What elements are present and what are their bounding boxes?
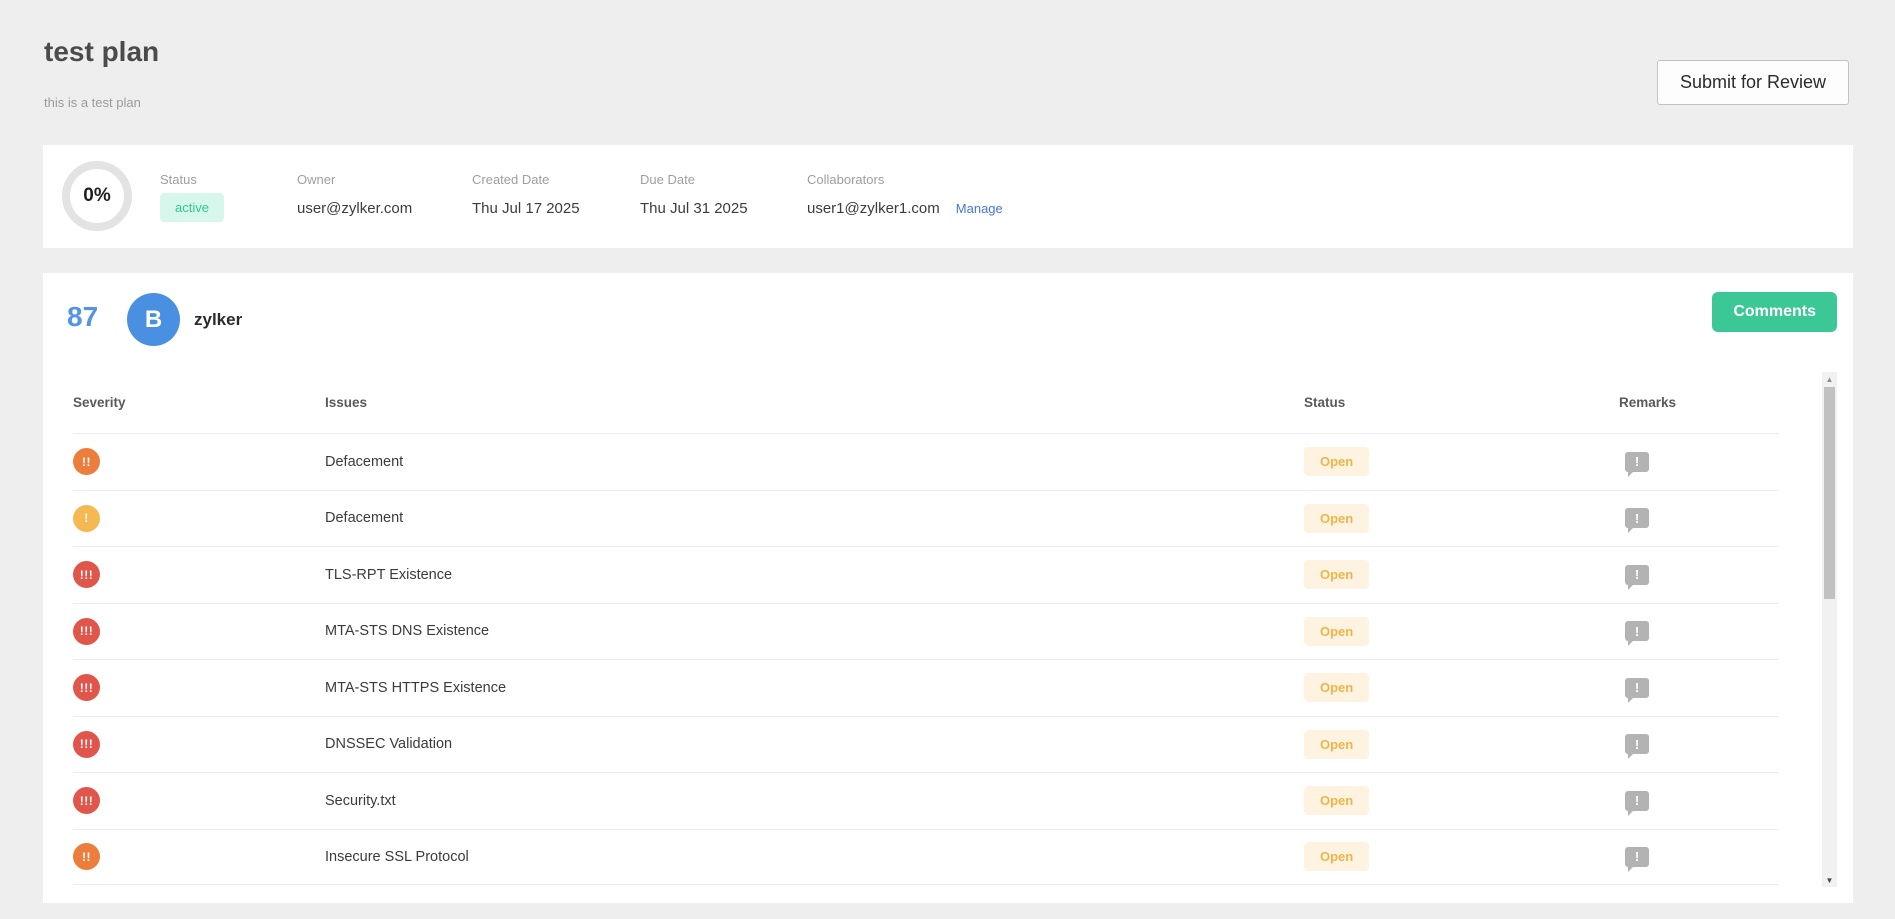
status-open-badge[interactable]: Open	[1304, 786, 1369, 815]
issue-name: DNSSEC Validation	[325, 736, 1304, 752]
scrollbar-thumb[interactable]	[1824, 387, 1835, 599]
progress-percent: 0%	[83, 185, 110, 207]
table-row[interactable]: ! Defacement Open !	[73, 490, 1779, 547]
table-row[interactable]: !!! MTA-STS DNS Existence Open !	[73, 603, 1779, 660]
due-date-value: Thu Jul 31 2025	[640, 200, 748, 217]
status-open-badge[interactable]: Open	[1304, 617, 1369, 646]
status-label: Status	[160, 172, 197, 187]
table-row[interactable]: !! Insecure SSL Protocol Open !	[73, 829, 1779, 886]
due-date-label: Due Date	[640, 172, 695, 187]
scrollbar-down-arrow-icon[interactable]: ▼	[1822, 873, 1837, 887]
table-row[interactable]: !!! Security.txt Open !	[73, 772, 1779, 829]
issue-name: Security.txt	[325, 793, 1304, 809]
status-open-badge[interactable]: Open	[1304, 842, 1369, 871]
collaborators-value: user1@zylker1.com	[807, 200, 940, 217]
group-avatar-letter: B	[145, 306, 162, 334]
scrollbar-up-arrow-icon[interactable]: ▲	[1822, 372, 1837, 386]
table-row[interactable]: !! Defacement Open !	[73, 433, 1779, 490]
status-open-badge[interactable]: Open	[1304, 673, 1369, 702]
issues-card: 87 B zylker Comments Severity Issues Sta…	[43, 273, 1853, 903]
table-row[interactable]: !!! DNSSEC Validation Open !	[73, 716, 1779, 773]
remark-icon[interactable]: !	[1625, 734, 1649, 754]
column-header-remarks: Remarks	[1619, 395, 1779, 410]
created-date-value: Thu Jul 17 2025	[472, 200, 580, 217]
issue-name: TLS-RPT Existence	[325, 567, 1304, 583]
issues-count: 87	[67, 301, 98, 333]
submit-for-review-button[interactable]: Submit for Review	[1657, 60, 1849, 105]
status-badge: active	[160, 193, 224, 222]
issue-name: MTA-STS DNS Existence	[325, 623, 1304, 639]
test-plan-page: test plan this is a test plan Submit for…	[0, 0, 1895, 919]
status-open-badge[interactable]: Open	[1304, 447, 1369, 476]
remark-icon[interactable]: !	[1625, 621, 1649, 641]
severity-icon: !!!	[73, 731, 100, 758]
collaborators-label: Collaborators	[807, 172, 884, 187]
status-open-badge[interactable]: Open	[1304, 730, 1369, 759]
issue-name: Defacement	[325, 510, 1304, 526]
manage-collaborators-link[interactable]: Manage	[956, 201, 1003, 216]
table-row[interactable]: !!! MTA-STS HTTPS Existence Open !	[73, 659, 1779, 716]
column-header-status: Status	[1304, 395, 1619, 410]
status-open-badge[interactable]: Open	[1304, 504, 1369, 533]
owner-value: user@zylker.com	[297, 200, 412, 217]
severity-icon: !!!	[73, 618, 100, 645]
remark-icon[interactable]: !	[1625, 791, 1649, 811]
table-header-row: Severity Issues Status Remarks	[73, 372, 1779, 433]
issues-table: Severity Issues Status Remarks !! Deface…	[43, 372, 1779, 887]
severity-icon: !!	[73, 448, 100, 475]
remark-icon[interactable]: !	[1625, 508, 1649, 528]
plan-summary-card: 0% Status active Owner user@zylker.com C…	[43, 145, 1853, 248]
issue-name: Defacement	[325, 454, 1304, 470]
page-title: test plan	[44, 36, 159, 68]
remark-icon[interactable]: !	[1625, 678, 1649, 698]
group-avatar: B	[127, 293, 180, 346]
severity-icon: !	[73, 505, 100, 532]
issue-name: MTA-STS HTTPS Existence	[325, 680, 1304, 696]
table-scrollbar[interactable]: ▲ ▼	[1822, 372, 1837, 887]
created-date-label: Created Date	[472, 172, 549, 187]
status-open-badge[interactable]: Open	[1304, 560, 1369, 589]
remark-icon[interactable]: !	[1625, 565, 1649, 585]
severity-icon: !!!	[73, 787, 100, 814]
severity-icon: !!!	[73, 674, 100, 701]
severity-icon: !!	[73, 843, 100, 870]
table-row[interactable]: !!! TLS-RPT Existence Open !	[73, 546, 1779, 603]
remark-icon[interactable]: !	[1625, 847, 1649, 867]
group-name: zylker	[194, 310, 242, 330]
comments-button[interactable]: Comments	[1712, 292, 1837, 332]
severity-icon: !!!	[73, 561, 100, 588]
column-header-issues: Issues	[325, 395, 1304, 410]
page-subtitle: this is a test plan	[44, 95, 141, 110]
progress-ring: 0%	[62, 161, 132, 231]
remark-icon[interactable]: !	[1625, 452, 1649, 472]
owner-label: Owner	[297, 172, 335, 187]
column-header-severity: Severity	[73, 395, 325, 410]
issue-name: Insecure SSL Protocol	[325, 849, 1304, 865]
